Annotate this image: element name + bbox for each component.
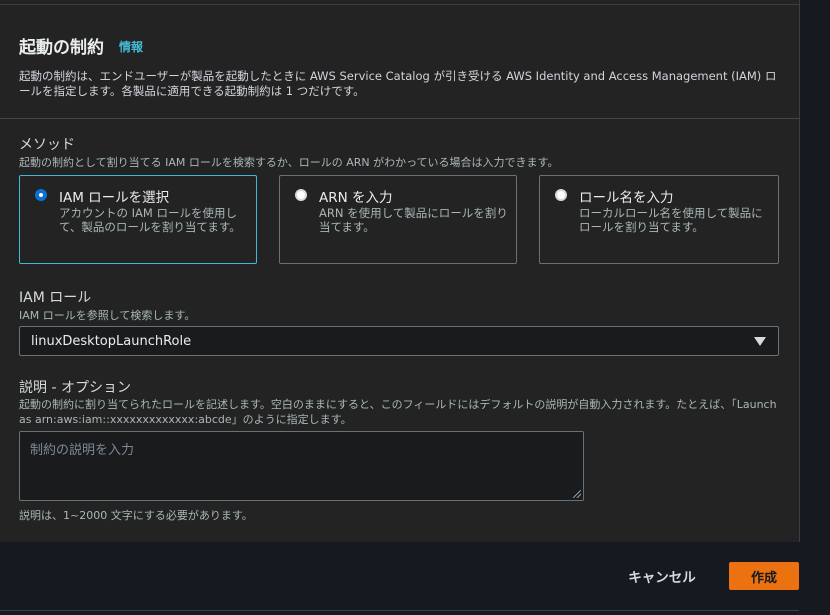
iam-role-select[interactable]: linuxDesktopLaunchRole	[19, 326, 779, 356]
top-divider	[0, 4, 799, 5]
launch-constraint-panel: 起動の制約 情報 起動の制約は、エンドユーザーが製品を起動したときに AWS S…	[0, 0, 800, 542]
description-textarea[interactable]: 制約の説明を入力	[19, 431, 584, 501]
create-button[interactable]: 作成	[729, 562, 799, 590]
cancel-button[interactable]: キャンセル	[618, 562, 706, 590]
section-divider	[0, 118, 799, 119]
iam-role-label: IAM ロール	[19, 290, 92, 306]
option-description: ARN を使用して製品にロールを割り当てます。	[319, 206, 508, 234]
option-title: ロール名を入力	[579, 190, 674, 206]
method-hint: 起動の制約として割り当てる IAM ロールを検索するか、ロールの ARN がわか…	[19, 156, 559, 169]
caret-down-icon	[754, 337, 766, 346]
info-link[interactable]: 情報	[119, 38, 143, 55]
panel-description: 起動の制約は、エンドユーザーが製品を起動したときに AWS Service Ca…	[19, 69, 777, 98]
option-title: IAM ロールを選択	[59, 190, 170, 206]
option-description: ローカルロール名を使用して製品にロールを割り当てます。	[579, 206, 763, 234]
iam-role-hint: IAM ロールを参照して検索します。	[19, 309, 196, 322]
radio-unselected-icon[interactable]	[295, 189, 307, 201]
method-option-enter-role-name[interactable]: ロール名を入力 ローカルロール名を使用して製品にロールを割り当てます。	[539, 175, 779, 264]
option-description: アカウントの IAM ロールを使用して、製品のロールを割り当てます。	[59, 206, 241, 234]
description-label: 説明 - オプション	[19, 380, 131, 396]
radio-unselected-icon[interactable]	[555, 189, 567, 201]
radio-selected-icon[interactable]	[35, 189, 47, 201]
description-constraint: 説明は、1~2000 文字にする必要があります。	[19, 509, 253, 522]
panel-title: 起動の制約	[19, 38, 104, 58]
method-option-enter-arn[interactable]: ARN を入力 ARN を使用して製品にロールを割り当てます。	[279, 175, 517, 264]
iam-role-value: linuxDesktopLaunchRole	[31, 334, 192, 349]
description-hint: 起動の制約に割り当てられたロールを記述します。空白のままにすると、このフィールド…	[19, 398, 777, 426]
resize-handle-icon[interactable]	[573, 490, 581, 498]
option-title: ARN を入力	[319, 190, 393, 206]
method-label: メソッド	[19, 137, 75, 153]
method-option-select-iam-role[interactable]: IAM ロールを選択 アカウントの IAM ロールを使用して、製品のロールを割り…	[19, 175, 257, 264]
bottom-divider	[0, 610, 799, 611]
description-placeholder: 制約の説明を入力	[30, 443, 135, 458]
